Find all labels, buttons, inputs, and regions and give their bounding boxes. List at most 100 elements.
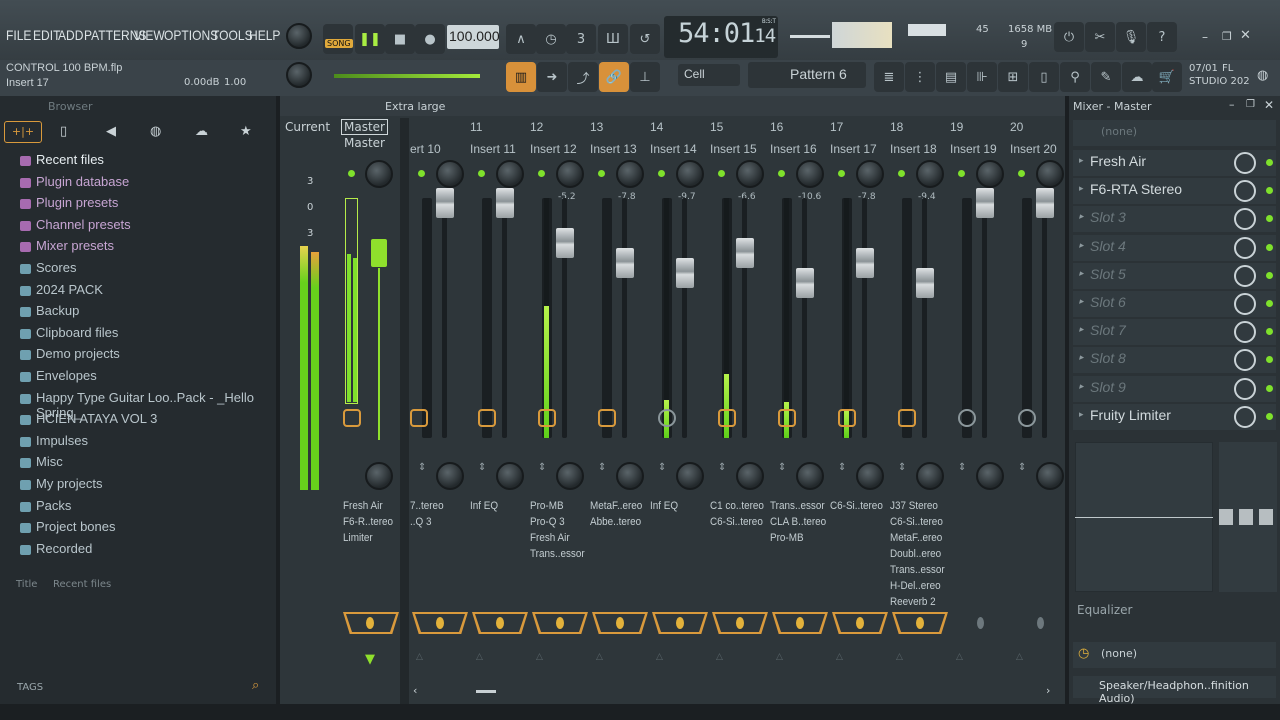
output-select[interactable]: Speaker/Headphon..finition Audio) <box>1073 676 1276 705</box>
strip-fader[interactable] <box>1036 188 1054 218</box>
piano-icon[interactable]: ⊪ <box>967 62 997 92</box>
slot-mix-knob[interactable] <box>1234 208 1256 231</box>
strip-name[interactable]: Insert 17 <box>830 142 877 156</box>
strip-route-dot[interactable] <box>496 617 504 629</box>
browser-tab-files-icon[interactable]: ▯ <box>60 124 67 139</box>
strip-pan-knob[interactable] <box>976 160 1004 188</box>
slot-enable-dot[interactable] <box>1266 412 1273 420</box>
mixer-scroll-left-icon[interactable]: ‹ <box>413 684 417 697</box>
slot-mix-knob[interactable] <box>1234 152 1256 174</box>
strip-stereo-knob[interactable] <box>916 462 944 490</box>
browser-item[interactable]: Envelopes <box>36 368 97 383</box>
record-button[interactable]: ● <box>415 24 445 54</box>
menu-help[interactable]: HELP <box>249 27 280 43</box>
browser-item[interactable]: Scores <box>36 260 76 275</box>
strip-route-dot-off[interactable] <box>1037 617 1044 629</box>
master-enable-dot[interactable] <box>348 170 355 177</box>
strip-fx-slot[interactable]: Pro-MB <box>770 532 804 544</box>
browser-item[interactable]: Plugin database <box>36 174 129 189</box>
master-tab[interactable]: Master <box>341 119 388 135</box>
strip-fader[interactable] <box>916 268 934 298</box>
slot-enable-dot[interactable] <box>1266 300 1273 307</box>
browser-item[interactable]: Project bones <box>36 519 116 534</box>
strip-link-icon[interactable] <box>718 409 736 427</box>
strip-fx-slot[interactable]: ..Q 3 <box>410 516 431 528</box>
strip-name[interactable]: ert 10 <box>410 142 441 156</box>
strip-stereo-knob[interactable] <box>496 462 524 490</box>
browser-tab-cloud-icon[interactable]: ☁ <box>195 124 208 139</box>
effect-slot[interactable]: ▸ Slot 7 <box>1073 319 1276 346</box>
menu-view[interactable]: VIEW <box>134 27 165 43</box>
strip-stereo-knob[interactable] <box>796 462 824 490</box>
strip-route-dot[interactable] <box>736 617 744 629</box>
strip-fx-slot[interactable]: Pro-Q 3 <box>530 516 565 528</box>
slot-enable-dot[interactable] <box>1266 159 1273 166</box>
strip-name[interactable]: Insert 13 <box>590 142 637 156</box>
browser-icon[interactable]: ⊞ <box>998 62 1028 92</box>
slot-mix-knob[interactable] <box>1234 180 1256 203</box>
browser-item[interactable]: Plugin presets <box>36 195 118 210</box>
tags-search-icon[interactable]: ⌕ <box>252 678 259 693</box>
master-volume-slider[interactable] <box>790 35 830 38</box>
effect-slot[interactable]: ▸ Fresh Air <box>1073 150 1276 176</box>
strip-fx-slot[interactable]: C6-Si..tereo <box>710 516 763 528</box>
effect-slot[interactable]: ▸ Fruity Limiter <box>1073 403 1276 430</box>
master-fx-slot[interactable]: Limiter <box>343 532 373 544</box>
tempo-display[interactable]: 100.000 <box>447 25 500 49</box>
eq-fader-cap-1[interactable] <box>1219 509 1233 525</box>
power-icon[interactable]: ⏻ <box>1054 22 1084 52</box>
loop-record-icon[interactable]: ↺ <box>630 24 660 54</box>
browser-item[interactable]: Backup <box>36 303 79 318</box>
strip-arrows-icon[interactable]: ⇕ <box>778 462 786 473</box>
strip-enable-dot[interactable] <box>478 170 485 177</box>
master-fx-slot[interactable]: F6-R..tereo <box>343 516 393 528</box>
browser-item[interactable]: Misc <box>36 454 63 469</box>
menu-file[interactable]: FILE <box>6 27 31 43</box>
strip-arrows-icon[interactable]: ⇕ <box>658 462 666 473</box>
strip-fx-slot[interactable]: Reeverb 2 <box>890 596 936 608</box>
strip-fx-slot[interactable]: Trans..essor <box>530 548 585 560</box>
panel-close-icon[interactable]: ✕ <box>1264 98 1274 112</box>
strip-link-icon[interactable] <box>1018 409 1036 427</box>
strip-pan-knob[interactable] <box>556 160 584 188</box>
microphone-icon[interactable]: 🎙 <box>1116 22 1146 52</box>
strip-fx-slot[interactable]: C1 co..tereo <box>710 500 764 512</box>
strip-fx-slot[interactable]: 7..tereo <box>410 500 444 512</box>
browser-item[interactable]: Mixer presets <box>36 238 114 253</box>
slot-enable-dot[interactable] <box>1266 243 1273 251</box>
strip-arrows-icon[interactable]: ⇕ <box>418 462 426 473</box>
browser-item[interactable]: Recent files <box>36 152 104 167</box>
strip-link-icon[interactable] <box>598 409 616 427</box>
stop-button[interactable]: ■ <box>385 24 415 54</box>
strip-fader[interactable] <box>676 258 694 288</box>
strip-fader[interactable] <box>856 248 874 278</box>
scissors-icon[interactable]: ✂ <box>1085 22 1115 52</box>
strip-enable-dot[interactable] <box>598 170 605 177</box>
strip-pan-knob[interactable] <box>736 160 764 188</box>
strip-arrows-icon[interactable]: ⇕ <box>958 462 966 473</box>
link-icon[interactable]: 🔗 <box>599 62 629 92</box>
effect-slot[interactable]: ▸ Slot 3 <box>1073 206 1276 233</box>
effect-slot[interactable]: ▸ Slot 5 <box>1073 262 1276 289</box>
strip-fx-slot[interactable]: C6-Si..tereo <box>890 516 943 528</box>
browser-tab-all[interactable]: +|+ <box>4 121 42 143</box>
master-route-dot[interactable] <box>366 617 374 629</box>
channel-rack-icon[interactable]: ⋮ <box>905 62 935 92</box>
strip-link-icon[interactable] <box>778 409 796 427</box>
browser-item[interactable]: HCIEN ATAYA VOL 3 <box>36 411 157 426</box>
strip-enable-dot[interactable] <box>718 170 725 177</box>
strip-link-icon[interactable] <box>898 409 916 427</box>
strip-arrows-icon[interactable]: ⇕ <box>1018 462 1026 473</box>
strip-arrows-icon[interactable]: ⇕ <box>478 462 486 473</box>
strip-fx-slot[interactable]: Inf EQ <box>650 500 678 512</box>
strip-link-icon[interactable] <box>478 409 496 427</box>
strip-arrows-icon[interactable]: ⇕ <box>718 462 726 473</box>
metronome-icon[interactable]: ∧ <box>506 24 536 54</box>
strip-route-dot-off[interactable] <box>977 617 984 629</box>
slide-icon[interactable]: ⤴ <box>568 62 598 92</box>
strip-stereo-knob[interactable] <box>436 462 464 490</box>
strip-pan-knob[interactable] <box>496 160 524 188</box>
playlist-icon[interactable]: ≣ <box>874 62 904 92</box>
strip-fx-slot[interactable]: H-Del..ereo <box>890 580 941 592</box>
slot-mix-knob[interactable] <box>1234 405 1256 428</box>
